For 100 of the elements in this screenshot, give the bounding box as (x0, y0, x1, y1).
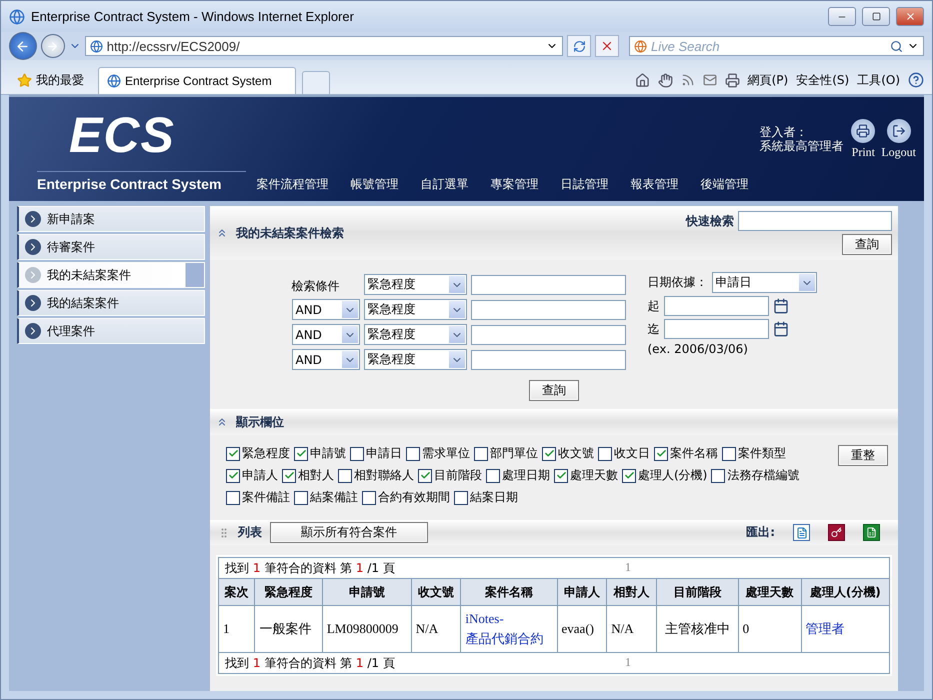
checkbox[interactable] (722, 446, 736, 460)
criteria-field[interactable] (470, 300, 626, 320)
checkbox[interactable] (338, 468, 352, 482)
nav-link[interactable]: 專案管理 (480, 176, 550, 193)
sidebar-item[interactable]: 新申請案 (17, 206, 205, 232)
page-link[interactable]: 1 (625, 654, 631, 672)
sidebar-item[interactable]: 代理案件 (17, 318, 205, 344)
checkbox-label: 案件類型 (738, 445, 786, 462)
forward-button[interactable] (40, 34, 65, 58)
checkbox[interactable] (598, 446, 612, 460)
spreadsheet-icon[interactable] (863, 524, 880, 541)
collapse-icon[interactable] (216, 227, 228, 239)
column-header: 案件名稱 (460, 578, 558, 606)
column-header: 收文號 (411, 578, 461, 606)
nav-link[interactable]: 報表管理 (620, 176, 690, 193)
collapse-icon[interactable] (216, 416, 228, 428)
check-icon (420, 470, 430, 481)
checkbox[interactable] (350, 446, 364, 460)
home-icon[interactable] (634, 72, 650, 88)
back-icon (15, 38, 30, 54)
quick-search-field[interactable] (738, 211, 892, 231)
toolbar-menu[interactable]: 網頁(P) (748, 72, 788, 88)
nav-link[interactable]: 日誌管理 (550, 176, 620, 193)
maximize-button[interactable] (862, 7, 890, 26)
checkbox[interactable] (654, 446, 668, 460)
checkbox-label: 結案備註 (310, 489, 358, 506)
mail-icon[interactable] (702, 73, 717, 87)
favorites-button[interactable]: 我的最愛 (9, 66, 92, 94)
checkbox[interactable] (226, 468, 240, 482)
address-field[interactable]: http://ecssrv/ECS2009/ (84, 36, 564, 56)
nav-link[interactable]: 自訂選單 (410, 176, 480, 193)
refresh-button[interactable] (567, 35, 592, 57)
field-dropdown[interactable]: 緊急程度 (364, 274, 466, 295)
checkbox[interactable] (226, 490, 240, 504)
checkbox-label: 需求單位 (422, 445, 470, 462)
maximize-icon (872, 12, 880, 21)
checkbox[interactable] (406, 446, 420, 460)
back-button[interactable] (9, 32, 37, 60)
checkbox-label: 申請日 (366, 445, 402, 462)
from-date-field[interactable] (664, 296, 768, 316)
field-dropdown[interactable]: 緊急程度 (364, 324, 466, 345)
print-icon[interactable] (724, 72, 740, 88)
print-link[interactable]: Print (851, 119, 876, 201)
result-summary: 找到 1 筆符合的資料 第 1 /1 頁 (225, 654, 396, 672)
refresh-icon (572, 40, 586, 52)
checkbox[interactable] (454, 490, 468, 504)
nav-link[interactable]: 後端管理 (690, 176, 760, 193)
table-link[interactable]: 管理者 (806, 619, 845, 639)
checkbox[interactable] (294, 446, 308, 460)
from-label: 起 (648, 298, 660, 314)
document-icon[interactable] (793, 524, 810, 541)
checkbox[interactable] (282, 468, 296, 482)
browser-icon (9, 8, 25, 24)
nav-link[interactable]: 帳號管理 (340, 176, 410, 193)
date-basis-dropdown[interactable]: 申請日 (712, 272, 816, 293)
checkbox-label: 法務存檔編號 (727, 467, 800, 484)
checkbox-label: 處理人(分機) (638, 467, 708, 484)
table-cell-text: 主管核准中 (664, 620, 730, 638)
operator-dropdown[interactable]: AND (292, 324, 360, 345)
show-all-button[interactable]: 顯示所有符合案件 (270, 522, 428, 543)
checkbox[interactable] (362, 490, 376, 504)
sidebar-item[interactable]: 待審案件 (17, 234, 205, 260)
field-dropdown[interactable]: 緊急程度 (364, 349, 466, 370)
criteria-field[interactable] (470, 324, 626, 344)
close-button[interactable] (896, 7, 924, 26)
page-link[interactable]: 1 (625, 560, 631, 576)
checkbox[interactable] (711, 468, 726, 482)
criteria-field[interactable] (470, 350, 626, 370)
checkbox[interactable] (622, 468, 636, 482)
calendar-icon[interactable] (772, 321, 788, 337)
checkbox[interactable] (474, 446, 488, 460)
sidebar-item[interactable]: 我的結案案件 (17, 290, 205, 316)
help-icon[interactable] (908, 72, 924, 88)
field-dropdown[interactable]: 緊急程度 (364, 299, 466, 320)
sidebar-item[interactable]: 我的未結案案件 (17, 262, 205, 288)
logout-link[interactable]: Logout (881, 119, 916, 201)
operator-dropdown[interactable]: AND (292, 349, 360, 370)
operator-dropdown[interactable]: AND (292, 299, 360, 320)
hand-icon[interactable] (658, 72, 673, 88)
stop-button[interactable] (595, 35, 619, 57)
checkbox[interactable] (486, 468, 500, 482)
search-button[interactable]: 查詢 (529, 380, 579, 401)
checkbox-label: 緊急程度 (242, 445, 290, 462)
feeds-icon[interactable] (680, 73, 695, 87)
checkbox[interactable] (554, 468, 568, 482)
key-icon[interactable] (828, 524, 845, 541)
checkbox[interactable] (226, 446, 240, 460)
criteria-field[interactable] (470, 274, 626, 294)
nav-link[interactable]: 案件流程管理 (246, 176, 340, 193)
toolbar-menu[interactable]: 安全性(S) (796, 72, 850, 88)
checkbox[interactable] (542, 446, 556, 460)
calendar-icon[interactable] (772, 298, 788, 314)
search-button[interactable]: 查詢 (842, 234, 892, 255)
toolbar-menu[interactable]: 工具(O) (857, 72, 900, 88)
reset-button[interactable]: 重整 (838, 445, 888, 466)
checkbox[interactable] (294, 490, 308, 504)
to-date-field[interactable] (664, 319, 768, 339)
browser-tab[interactable]: Enterprise Contract System (98, 67, 296, 94)
minimize-button[interactable] (828, 7, 856, 26)
checkbox[interactable] (418, 468, 432, 482)
